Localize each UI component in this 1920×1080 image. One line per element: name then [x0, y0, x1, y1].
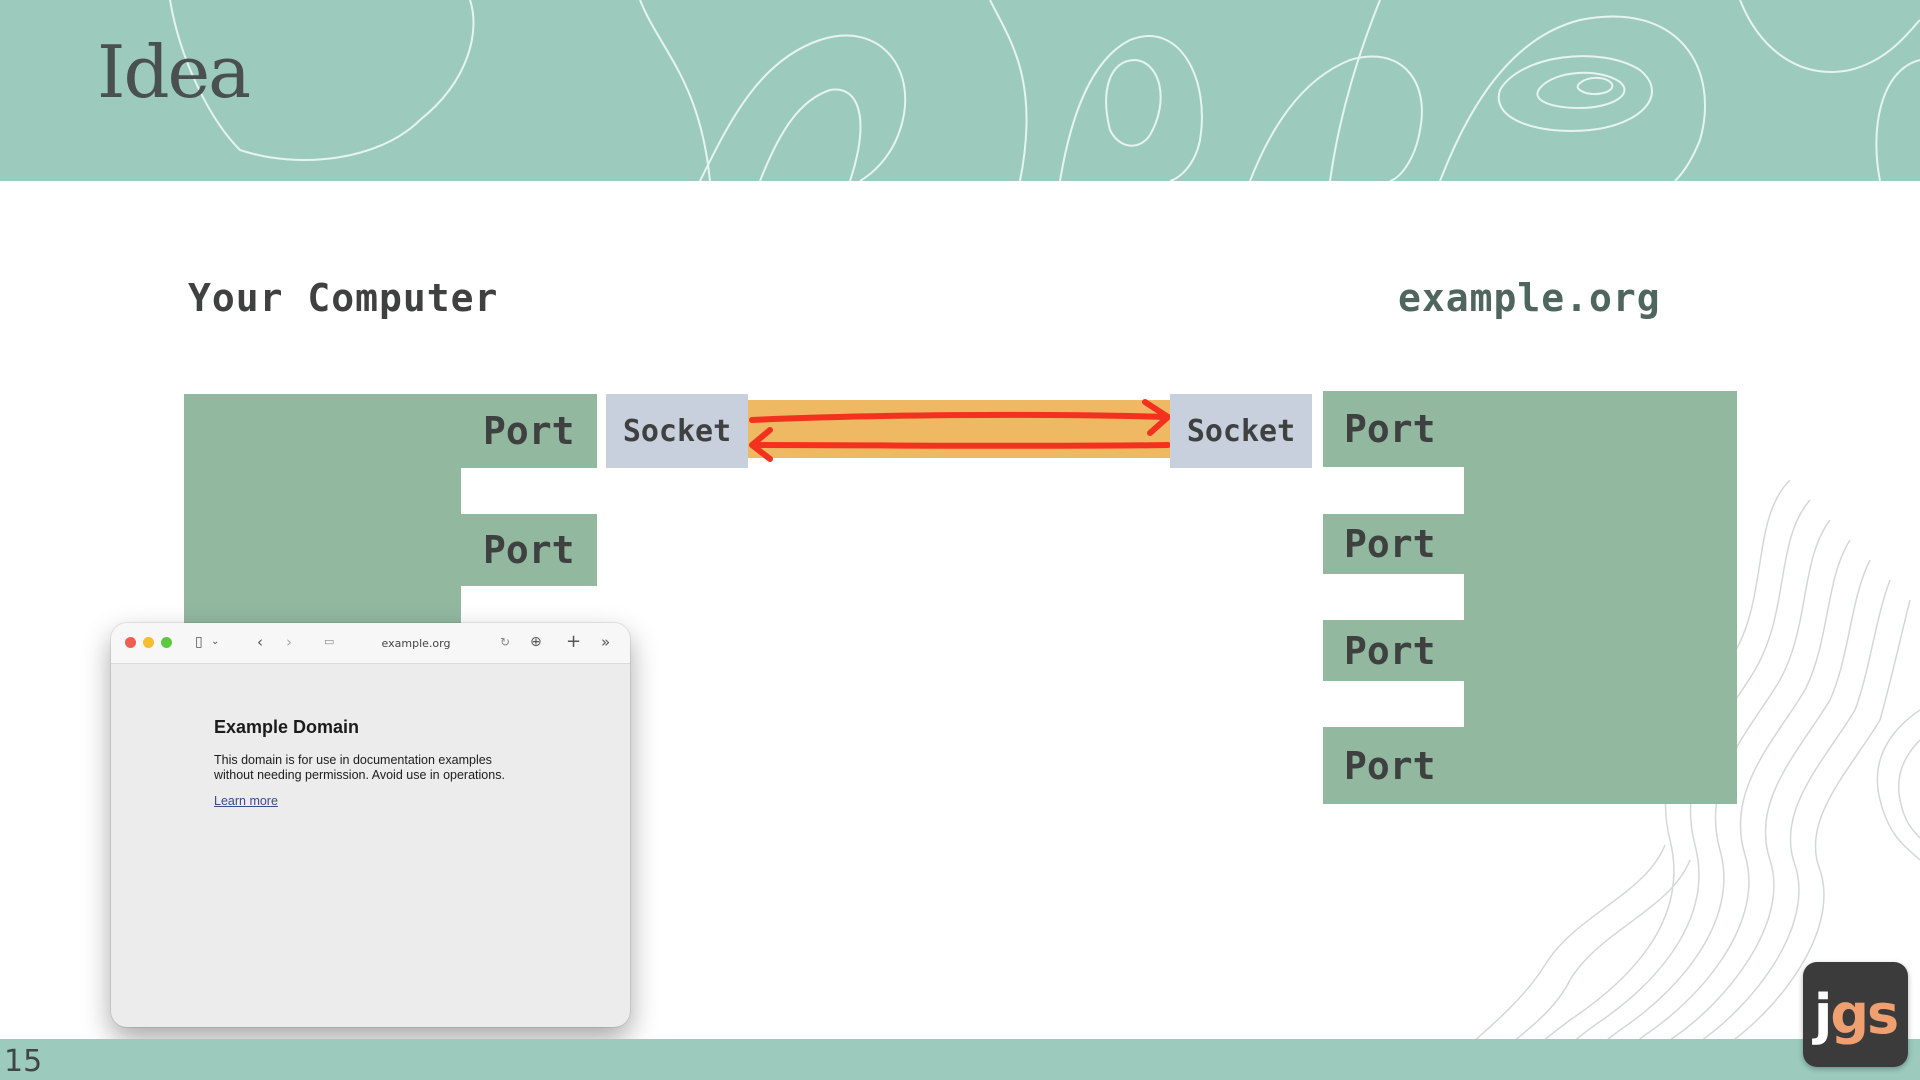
left-port-1: Port	[461, 394, 597, 468]
left-port-2: Port	[461, 514, 597, 586]
port-label: Port	[1344, 522, 1436, 566]
port-label: Port	[1344, 628, 1436, 673]
right-port-2: Port	[1323, 514, 1464, 574]
logo-letter-s: s	[1867, 983, 1899, 1046]
left-socket: Socket	[606, 394, 748, 468]
address-bar[interactable]: example.org	[318, 630, 514, 656]
example-org-label: example.org	[1398, 276, 1661, 320]
arrow-left-icon	[751, 442, 1171, 449]
right-port-1: Port	[1323, 391, 1464, 467]
your-computer-block	[184, 394, 461, 624]
topo-lines-header	[169, 0, 1920, 181]
right-port-3: Port	[1323, 620, 1464, 681]
arrow-right-icon	[749, 411, 1168, 423]
page-heading: Example Domain	[214, 717, 360, 737]
browser-window: ▯ ⌄ ‹ › ▭ example.org ↻ ⊕ + » Example Do…	[111, 623, 630, 1027]
download-icon[interactable]: ⊕	[530, 632, 542, 652]
chevron-down-icon[interactable]: ⌄	[211, 632, 219, 652]
port-label: Port	[1344, 407, 1436, 451]
more-tabs-icon[interactable]: »	[601, 632, 610, 652]
right-socket: Socket	[1170, 394, 1312, 468]
your-computer-label: Your Computer	[188, 276, 499, 320]
port-label: Port	[1344, 743, 1436, 788]
port-label: Port	[483, 528, 575, 572]
logo-letter-g: g	[1830, 983, 1869, 1046]
bidirectional-arrows	[749, 399, 1171, 462]
close-window-button[interactable]	[125, 637, 136, 648]
port-label: Port	[483, 409, 575, 453]
example-org-block	[1464, 391, 1737, 804]
reload-icon[interactable]: ↻	[500, 632, 510, 652]
browser-toolbar: ▯ ⌄ ‹ › ▭ example.org ↻ ⊕ + »	[111, 623, 630, 664]
maximize-window-button[interactable]	[161, 637, 172, 648]
forward-icon[interactable]: ›	[286, 632, 292, 652]
footer-bar	[0, 1039, 1920, 1080]
header-banner: Idea	[0, 0, 1920, 181]
logo-letter-j: j	[1813, 983, 1832, 1046]
right-port-4: Port	[1323, 727, 1464, 804]
learn-more-link[interactable]: Learn more	[214, 794, 278, 808]
page-number: 15	[4, 1044, 43, 1079]
new-tab-icon[interactable]: +	[566, 632, 581, 652]
slide-title: Idea	[97, 30, 251, 114]
back-icon[interactable]: ‹	[257, 632, 263, 652]
sidebar-toggle-icon[interactable]: ▯	[195, 632, 203, 652]
jgs-logo: jgs	[1803, 962, 1908, 1067]
page-body-text: This domain is for use in documentation …	[214, 753, 505, 782]
minimize-window-button[interactable]	[143, 637, 154, 648]
